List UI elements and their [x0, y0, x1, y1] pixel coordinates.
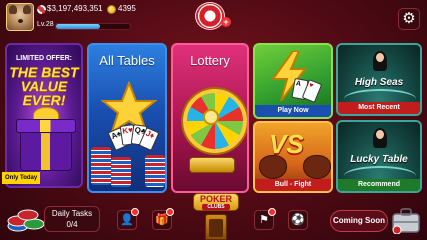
offer-headline: LIMITED OFFER: — [16, 55, 72, 62]
chip-stack-icon — [145, 155, 165, 187]
gift-icon: 🎁 — [155, 214, 169, 226]
notification-dot — [131, 208, 139, 216]
offer-best: THE BEST VALUE EVER! — [7, 65, 81, 107]
play-now-card[interactable]: A ♥ Play Now — [253, 43, 333, 119]
club-door-icon — [205, 214, 227, 240]
xp-progress-bar — [55, 23, 131, 30]
notification-dot — [268, 208, 276, 216]
limited-offer-card[interactable]: LIMITED OFFER: THE BEST VALUE EVER! — [5, 43, 83, 188]
add-chips-logo-icon[interactable] — [195, 2, 225, 30]
chip-stack-icon — [111, 157, 131, 187]
club-title: POKER — [199, 194, 232, 204]
only-today-ribbon: Only Today — [2, 172, 41, 184]
recommend-label: Recommend — [338, 179, 420, 191]
avatar-nose — [18, 19, 23, 23]
bull-fight-label: Bull - Fight — [255, 179, 331, 191]
coming-soon-button[interactable]: Coming Soon — [330, 210, 388, 232]
avatar-ear-right — [23, 5, 31, 14]
bull-left-icon — [259, 155, 287, 179]
chip-balance: $3,197,493,351 — [47, 4, 103, 13]
add-chips-plus-icon[interactable]: + — [221, 17, 231, 27]
gift-lid — [16, 119, 76, 133]
gift-button[interactable]: 🎁 — [152, 208, 174, 230]
chip-stack-icon — [91, 147, 111, 185]
player-level: Lv.28 — [37, 21, 54, 28]
avatar-ear-left — [9, 5, 17, 14]
high-seas-title: High Seas — [354, 77, 404, 88]
club-subtitle: CLUBS — [202, 204, 230, 210]
wheel-stand — [189, 157, 235, 173]
gold-balance: 4395 — [118, 4, 136, 13]
offer-line-value: VALUE EVER! — [20, 78, 68, 108]
settings-gear-icon[interactable]: ⚙ — [398, 8, 420, 30]
bull-right-icon — [303, 155, 331, 179]
dealer-icon — [376, 53, 384, 62]
gold-coin-icon — [107, 5, 116, 14]
gift-box-icon — [20, 127, 72, 171]
soccer-ball-icon: ⚽ — [291, 214, 305, 226]
poker-clubs-button[interactable]: POKER CLUBS — [193, 193, 239, 211]
friends-icon: 👤 — [120, 214, 134, 226]
play-now-label: Play Now — [255, 105, 331, 117]
lottery-title: Lottery — [190, 53, 230, 68]
briefcase-icon[interactable] — [390, 206, 422, 234]
lucky-table-title: Lucky Table — [350, 154, 408, 165]
xp-progress-fill — [56, 24, 101, 29]
all-tables-card[interactable]: All Tables A♠ K♥ Q♣ J♦ — [87, 43, 167, 193]
friends-button[interactable]: 👤 — [117, 208, 139, 230]
flag-icon: ⚑ — [259, 214, 269, 226]
daily-tasks-label: Daily Tasks — [51, 209, 93, 218]
dealer-icon — [376, 130, 384, 139]
chip-icon — [37, 5, 46, 14]
bull-fight-card[interactable]: VS Bull - Fight — [253, 121, 333, 193]
high-seas-card[interactable]: High Seas Most Recent — [336, 43, 422, 116]
wheel-hub — [203, 109, 219, 125]
most-recent-label: Most Recent — [338, 102, 420, 114]
notification-dot — [166, 208, 174, 216]
daily-tasks-progress: 0/4 — [66, 220, 78, 229]
daily-tasks-button[interactable]: Daily Tasks 0/4 — [44, 206, 100, 232]
player-avatar[interactable] — [6, 3, 34, 31]
sports-button[interactable]: ⚽ — [288, 210, 308, 230]
lucky-table-card[interactable]: Lucky Table Recommend — [336, 120, 422, 193]
all-tables-title: All Tables — [99, 53, 155, 68]
flag-button[interactable]: ⚑ — [254, 208, 276, 230]
lottery-card[interactable]: Lottery — [171, 43, 249, 193]
